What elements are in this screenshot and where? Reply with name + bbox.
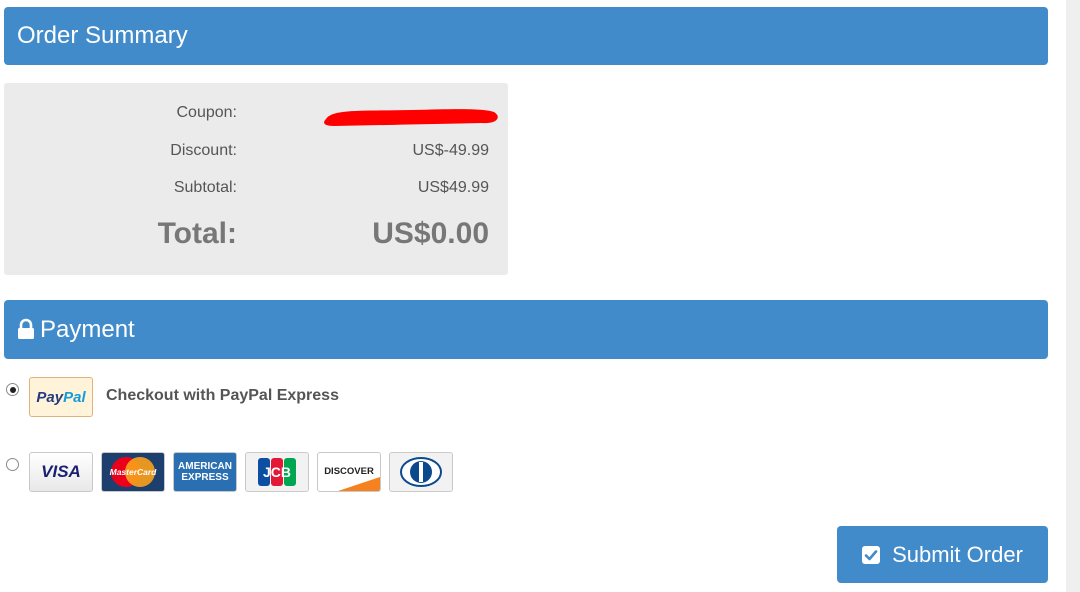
discover-text: DISCOVER	[324, 466, 374, 477]
jcb-text: JCB	[263, 464, 291, 480]
order-summary-box: Coupon: Discount: US$-49.99 Subtotal: US…	[4, 83, 508, 275]
total-row: Total: US$0.00	[4, 217, 508, 253]
scrollbar-track[interactable]	[1066, 0, 1080, 592]
discount-value: US$-49.99	[412, 142, 490, 159]
paypal-logo[interactable]: Pay Pal	[29, 377, 93, 417]
payment-title: Payment	[40, 315, 135, 343]
discount-label: Discount:	[170, 142, 237, 159]
submit-order-button[interactable]: Submit Order	[837, 526, 1048, 583]
amex-text-american: AMERICAN	[178, 461, 232, 472]
visa-text: VISA	[41, 462, 81, 481]
coupon-label: Coupon:	[176, 104, 238, 121]
total-label: Total:	[157, 217, 237, 250]
submit-order-label: Submit Order	[892, 541, 1023, 567]
paypal-radio[interactable]	[6, 383, 19, 396]
jcb-icon: JCB	[245, 452, 309, 492]
visa-icon: VISA	[29, 452, 93, 492]
discover-art: DISCOVER	[324, 466, 380, 491]
total-value: US$0.00	[372, 217, 489, 250]
payment-header: Payment	[4, 300, 1048, 359]
subtotal-label: Subtotal:	[173, 179, 237, 196]
amex-icon: AMERICAN EXPRESS	[173, 452, 237, 492]
amex-text-express: EXPRESS	[181, 472, 229, 483]
discount-row: Discount: US$-49.99	[4, 142, 508, 166]
checkbox-check-icon	[862, 545, 881, 564]
mastercard-circles: MasterCard	[110, 457, 158, 487]
coupon-redaction-mark	[324, 109, 498, 126]
paypal-option-label[interactable]: Checkout with PayPal Express	[106, 387, 339, 405]
order-summary-header: Order Summary	[4, 7, 1048, 65]
paypal-logo-text-pal: Pal	[63, 388, 86, 406]
diners-club-icon	[389, 452, 453, 492]
mastercard-text: MasterCard	[110, 467, 158, 477]
mastercard-icon: MasterCard	[101, 452, 165, 492]
discover-icon: DISCOVER	[317, 452, 381, 492]
subtotal-row: Subtotal: US$49.99	[4, 179, 508, 203]
subtotal-value: US$49.99	[417, 179, 489, 196]
order-summary-title: Order Summary	[17, 22, 188, 49]
lock-icon	[18, 318, 34, 339]
credit-card-radio[interactable]	[6, 458, 19, 471]
paypal-logo-text-pay: Pay	[36, 388, 64, 406]
jcb-panels: JCB	[258, 458, 296, 486]
diners-art	[400, 457, 442, 487]
